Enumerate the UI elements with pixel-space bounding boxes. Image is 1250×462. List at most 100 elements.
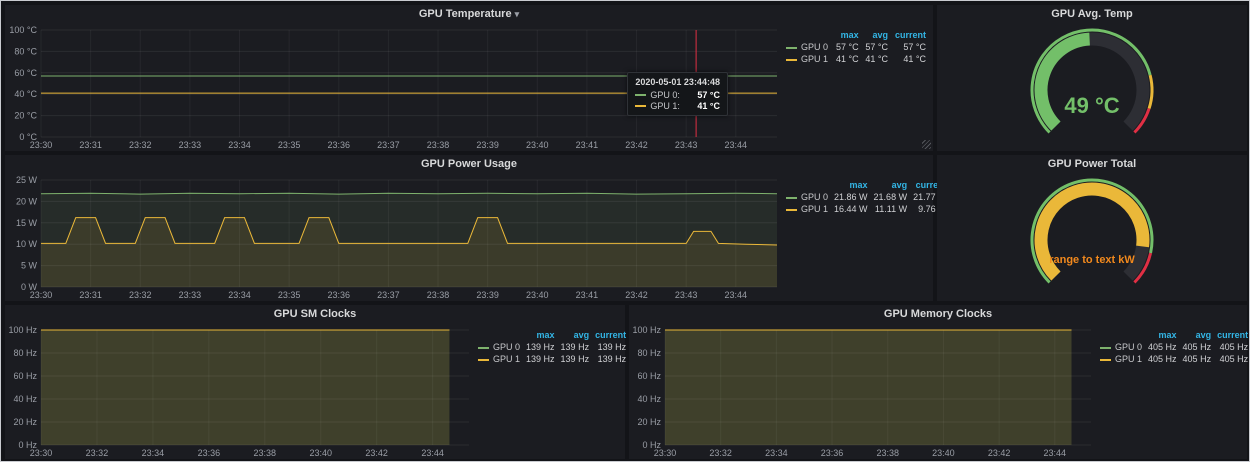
svg-text:23:32: 23:32 xyxy=(709,448,732,458)
svg-text:25 W: 25 W xyxy=(16,175,38,185)
svg-text:23:40: 23:40 xyxy=(932,448,955,458)
legend-row: GPU 0 21.86 W 21.68 W 21.77 W xyxy=(783,191,950,203)
legend-avg-value: 11.11 W xyxy=(871,203,911,215)
gauge-area: range to text kW xyxy=(937,173,1247,301)
legend: max avg current GPU 0 21.86 W 21.68 W 21… xyxy=(783,173,933,301)
legend-series-gpu1[interactable]: GPU 1 xyxy=(1097,353,1145,365)
series-name: GPU 0 xyxy=(1115,342,1142,352)
series-color-dash xyxy=(786,209,797,211)
svg-text:23:36: 23:36 xyxy=(328,290,351,300)
svg-text:100 Hz: 100 Hz xyxy=(632,325,661,335)
legend-avg-value: 139 Hz xyxy=(558,341,593,353)
svg-text:23:40: 23:40 xyxy=(526,290,549,300)
svg-text:23:40: 23:40 xyxy=(309,448,332,458)
svg-text:23:31: 23:31 xyxy=(79,290,102,300)
panel-title-gpu-memory-clocks[interactable]: GPU Memory Clocks xyxy=(629,305,1247,323)
series-color-dash xyxy=(478,359,489,361)
svg-text:60 Hz: 60 Hz xyxy=(13,371,37,381)
legend-avg-value: 41 °C xyxy=(862,53,891,65)
series-color-dash xyxy=(786,197,797,199)
legend-header-avg[interactable]: avg xyxy=(871,179,911,191)
svg-text:23:34: 23:34 xyxy=(228,140,251,150)
svg-text:20 Hz: 20 Hz xyxy=(637,417,661,427)
panel-title-gpu-temperature[interactable]: GPU Temperature▾ xyxy=(5,5,933,23)
svg-text:23:41: 23:41 xyxy=(576,290,599,300)
legend-avg-value: 405 Hz xyxy=(1180,341,1215,353)
panel-title-gpu-avg-temp[interactable]: GPU Avg. Temp xyxy=(937,5,1247,23)
gpu-avg-temp-gauge: 49 °C xyxy=(937,23,1247,151)
svg-text:23:33: 23:33 xyxy=(179,290,202,300)
panel-resize-handle[interactable] xyxy=(922,140,931,149)
series-name: GPU 0 xyxy=(493,342,520,352)
legend-table: max avg current GPU 0 405 Hz 405 Hz 405 … xyxy=(1097,329,1250,365)
legend-header-avg[interactable]: avg xyxy=(862,29,891,41)
series-color-dash xyxy=(1100,347,1111,349)
legend-header-max[interactable]: max xyxy=(831,179,871,191)
legend-max-value: 21.86 W xyxy=(831,191,871,203)
legend-header-avg[interactable]: avg xyxy=(1180,329,1215,341)
legend-avg-value: 21.68 W xyxy=(871,191,911,203)
panel-title-gpu-sm-clocks[interactable]: GPU SM Clocks xyxy=(5,305,625,323)
legend-series-gpu0[interactable]: GPU 0 xyxy=(783,41,832,53)
gpu-memory-clocks-chart[interactable]: 0 Hz20 Hz40 Hz60 Hz80 Hz100 Hz23:3023:32… xyxy=(629,323,1097,459)
panel-title-text: GPU Temperature xyxy=(419,8,512,20)
svg-text:23:31: 23:31 xyxy=(79,140,102,150)
legend-current-value: 41 °C xyxy=(891,53,929,65)
legend-series-gpu1[interactable]: GPU 1 xyxy=(783,53,832,65)
legend-row: GPU 0 139 Hz 139 Hz 139 Hz xyxy=(475,341,629,353)
svg-text:60 °C: 60 °C xyxy=(14,68,37,78)
legend-series-gpu0[interactable]: GPU 0 xyxy=(783,191,831,203)
legend-header-avg[interactable]: avg xyxy=(558,329,593,341)
legend-max-value: 405 Hz xyxy=(1145,341,1180,353)
legend-series-gpu1[interactable]: GPU 1 xyxy=(475,353,523,365)
legend-current-value: 57 °C xyxy=(891,41,929,53)
panel-title-text: GPU Memory Clocks xyxy=(884,308,992,320)
svg-text:5 W: 5 W xyxy=(21,261,38,271)
tooltip-series-value: 57 °C xyxy=(697,90,720,100)
tooltip-row: GPU 0: 57 °C xyxy=(635,90,720,100)
svg-text:80 °C: 80 °C xyxy=(14,46,37,56)
legend-current-value: 139 Hz xyxy=(592,341,629,353)
tooltip-series-name: GPU 1: xyxy=(650,101,680,111)
svg-text:23:38: 23:38 xyxy=(876,448,899,458)
svg-text:23:35: 23:35 xyxy=(278,290,301,300)
chevron-down-icon: ▾ xyxy=(515,9,520,19)
svg-text:23:34: 23:34 xyxy=(228,290,251,300)
legend-current-value: 139 Hz xyxy=(592,353,629,365)
svg-text:23:32: 23:32 xyxy=(86,448,109,458)
svg-text:23:44: 23:44 xyxy=(725,140,748,150)
svg-text:23:39: 23:39 xyxy=(476,290,499,300)
legend-header-current[interactable]: current xyxy=(1214,329,1250,341)
legend-series-gpu1[interactable]: GPU 1 xyxy=(783,203,831,215)
tooltip-row: GPU 1: 41 °C xyxy=(635,101,720,111)
legend-header-max[interactable]: max xyxy=(1145,329,1180,341)
panel-gpu-power-usage: GPU Power Usage 0 W5 W10 W15 W20 W25 W23… xyxy=(5,155,933,301)
power-chart-area: 0 W5 W10 W15 W20 W25 W23:3023:3123:3223:… xyxy=(5,173,783,301)
svg-text:20 Hz: 20 Hz xyxy=(13,417,37,427)
svg-text:23:36: 23:36 xyxy=(198,448,221,458)
legend-table: max avg current GPU 0 21.86 W 21.68 W 21… xyxy=(783,179,950,215)
legend-header-max[interactable]: max xyxy=(523,329,558,341)
svg-text:23:30: 23:30 xyxy=(30,448,53,458)
legend-header-max[interactable]: max xyxy=(832,29,861,41)
svg-text:range to text kW: range to text kW xyxy=(1049,254,1135,266)
panel-title-text: GPU Avg. Temp xyxy=(1051,8,1133,20)
svg-text:23:35: 23:35 xyxy=(278,140,301,150)
legend-avg-value: 139 Hz xyxy=(558,353,593,365)
legend-avg-value: 405 Hz xyxy=(1180,353,1215,365)
svg-text:23:32: 23:32 xyxy=(129,140,152,150)
legend-series-gpu0[interactable]: GPU 0 xyxy=(475,341,523,353)
legend-series-gpu0[interactable]: GPU 0 xyxy=(1097,341,1145,353)
legend-header-current[interactable]: current xyxy=(891,29,929,41)
legend-table: max avg current GPU 0 139 Hz 139 Hz 139 … xyxy=(475,329,629,365)
legend-header-current[interactable]: current xyxy=(592,329,629,341)
gpu-sm-clocks-chart[interactable]: 0 Hz20 Hz40 Hz60 Hz80 Hz100 Hz23:3023:32… xyxy=(5,323,475,459)
legend-row: GPU 1 405 Hz 405 Hz 405 Hz xyxy=(1097,353,1250,365)
panel-title-gpu-power-total[interactable]: GPU Power Total xyxy=(937,155,1247,173)
gpu-power-usage-chart[interactable]: 0 W5 W10 W15 W20 W25 W23:3023:3123:3223:… xyxy=(5,173,783,301)
svg-text:80 Hz: 80 Hz xyxy=(13,348,37,358)
legend-max-value: 405 Hz xyxy=(1145,353,1180,365)
legend-max-value: 139 Hz xyxy=(523,353,558,365)
panel-title-gpu-power-usage[interactable]: GPU Power Usage xyxy=(5,155,933,173)
series-name: GPU 1 xyxy=(493,354,520,364)
